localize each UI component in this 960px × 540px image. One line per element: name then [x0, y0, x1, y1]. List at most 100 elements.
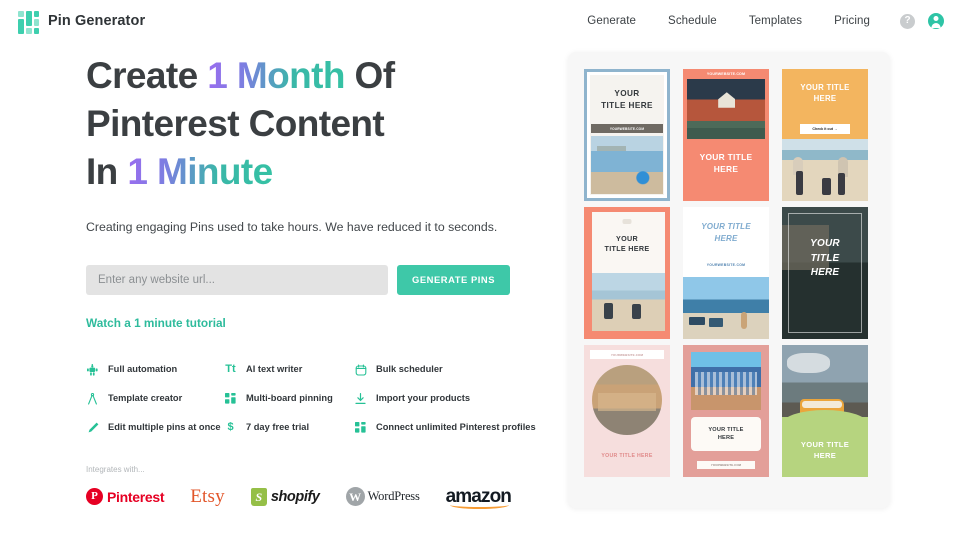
feature-import-products: Import your products — [354, 392, 546, 406]
headline-line-2: Pinterest Content — [86, 103, 385, 145]
feature-connect-profiles: Connect unlimited Pinterest profiles — [354, 421, 546, 435]
pin-photo — [592, 273, 665, 331]
pin-photo — [691, 352, 761, 410]
feature-label: Connect unlimited Pinterest profiles — [376, 421, 536, 432]
pin-title-line: YOUR TITLE — [800, 83, 850, 92]
pin-title: YOUR TITLE HERE — [782, 439, 868, 461]
shopify-wordmark: shopify — [270, 488, 320, 505]
feature-full-automation: Full automation — [86, 363, 224, 377]
feature-label: Edit multiple pins at once — [108, 421, 221, 432]
user-avatar-icon[interactable] — [928, 13, 944, 29]
feature-bulk-scheduler: Bulk scheduler — [354, 363, 546, 377]
text-writer-icon: Tt — [225, 363, 236, 376]
pin-cta-button: Check it out → — [800, 124, 850, 134]
grid-icon — [224, 392, 237, 406]
integrations-caption: Integrates with... — [86, 464, 145, 474]
pin-grid: YOUR TITLE HERE YOURWEBSITE.COM YOURWEBS… — [584, 69, 874, 477]
pin-rose-card[interactable]: YOUR TITLE HERE YOURWEBSITE.COM — [683, 345, 769, 477]
headline-text-in: In — [86, 151, 128, 193]
pin-title: YOUR TITLE HERE — [587, 88, 667, 112]
pin-photo — [592, 365, 662, 435]
feature-edit-multiple-pins: Edit multiple pins at once — [86, 421, 224, 435]
pin-title-line: HERE — [717, 435, 735, 441]
pin-url-bar: YOURWEBSITE.COM — [706, 72, 746, 76]
feature-label: Bulk scheduler — [376, 363, 443, 374]
feature-multi-board-pinning: Multi-board pinning — [224, 392, 354, 406]
wordpress-logo: W WordPress — [345, 487, 420, 507]
website-url-input[interactable] — [86, 264, 388, 295]
feature-label: 7 day free trial — [246, 421, 310, 432]
pin-photo — [687, 79, 765, 139]
feature-free-trial: $ 7 day free trial — [224, 421, 354, 435]
pin-title: YOUR TITLE HERE — [782, 237, 868, 281]
pin-title-line: YOUR TITLE — [699, 152, 753, 162]
wordpress-wordmark: WordPress — [367, 489, 420, 504]
pin-title-line: TITLE HERE — [601, 100, 653, 110]
pin-dark-photo[interactable]: YOUR TITLE HERE — [782, 207, 868, 339]
nav-item-schedule[interactable]: Schedule — [652, 15, 733, 27]
brand-logo[interactable]: Pin Generator — [18, 10, 146, 34]
pin-title-line: YOUR TITLE — [800, 440, 850, 449]
pin-dot-icon — [622, 219, 632, 224]
pin-title: YOUR TITLE HERE — [708, 426, 743, 442]
feature-label: AI text writer — [246, 363, 303, 374]
headline-line-3: In 1 Minute — [86, 151, 273, 192]
pin-generator-logo-icon — [18, 10, 39, 34]
feature-label: Multi-board pinning — [246, 392, 333, 403]
headline-highlight-minute: 1 Minute — [127, 151, 273, 193]
headline-text-create: Create — [86, 55, 208, 96]
pin-yellow[interactable]: YOUR TITLE HERE Check it out → — [782, 69, 868, 201]
nav-item-templates[interactable]: Templates — [733, 15, 818, 27]
pin-title: YOUR TITLE HERE — [683, 151, 769, 175]
nav-item-pricing[interactable]: Pricing — [818, 15, 886, 27]
hero-stage: Create 1 Month Of Pinterest Content In 1… — [0, 42, 960, 540]
pin-title: YOUR TITLE HERE — [683, 221, 769, 244]
feature-list: Full automation Tt AI text writer Bulk s… — [86, 363, 546, 435]
pin-url-text: YOURWEBSITE.COM — [706, 263, 746, 267]
pin-title: YOUR TITLE HERE — [584, 453, 670, 461]
page-title: Create 1 Month Of Pinterest Content In 1… — [86, 52, 546, 196]
clock-icon — [354, 363, 367, 377]
url-generate-form: GENERATE PINS — [86, 264, 546, 295]
pin-url-bar: YOURWEBSITE.COM — [590, 350, 664, 359]
pin-title: YOUR TITLE HERE — [584, 234, 670, 255]
brand-name: Pin Generator — [48, 13, 146, 29]
etsy-logo: Etsy — [190, 485, 225, 507]
feature-label: Template creator — [108, 392, 183, 403]
headline-line-1: Create 1 Month Of — [86, 55, 395, 96]
generate-pins-button[interactable]: GENERATE PINS — [397, 264, 511, 295]
feature-label: Full automation — [108, 363, 178, 374]
download-icon — [354, 392, 367, 406]
pin-pink-circle[interactable]: YOURWEBSITE.COM YOUR TITLE HERE — [584, 345, 670, 477]
pin-title-line: HERE — [713, 164, 739, 175]
feature-ai-text-writer: Tt AI text writer — [224, 363, 354, 377]
site-header: Pin Generator Generate Schedule Template… — [0, 0, 960, 42]
pin-coral-top[interactable]: YOURWEBSITE.COM YOUR TITLE HERE — [683, 69, 769, 201]
watch-tutorial-link[interactable]: Watch a 1 minute tutorial — [86, 316, 226, 330]
pinterest-wordmark: Pinterest — [107, 488, 165, 505]
amazon-logo: amazon — [446, 486, 512, 509]
wordpress-mark-icon: W — [345, 487, 365, 507]
pin-coral-frame[interactable]: YOUR TITLE HERE — [584, 207, 670, 339]
pin-title-card: YOUR TITLE HERE — [691, 417, 761, 451]
pin-title-line: YOUR TITLE — [708, 426, 744, 433]
pencil-icon — [86, 421, 99, 435]
pin-title: YOUR TITLE HERE — [782, 82, 868, 105]
pin-white-blue[interactable]: YOUR TITLE HERE YOURWEBSITE.COM — [683, 207, 769, 339]
main-nav: Generate Schedule Templates Pricing ? — [571, 0, 944, 42]
pin-title-line: HERE — [714, 233, 738, 243]
amazon-smile-icon — [449, 501, 509, 509]
pin-photo — [591, 136, 663, 194]
dollar-icon: $ — [227, 421, 234, 434]
pin-title-line: TITLE HERE — [604, 244, 650, 254]
headline-highlight-month: 1 Month — [207, 55, 345, 96]
pin-green-van[interactable]: YOUR TITLE HERE — [782, 345, 868, 477]
hero-subtitle: Creating engaging Pins used to take hour… — [86, 220, 498, 235]
nav-item-generate[interactable]: Generate — [571, 15, 652, 27]
integration-logos: P Pinterest Etsy S shopify W WordPress a… — [86, 485, 546, 509]
feature-template-creator: Template creator — [86, 392, 224, 406]
pin-blue-frame[interactable]: YOUR TITLE HERE YOURWEBSITE.COM — [584, 69, 670, 201]
help-icon[interactable]: ? — [900, 13, 915, 29]
grid-icon — [354, 421, 367, 435]
hero-left-column: Create 1 Month Of Pinterest Content In 1… — [86, 52, 546, 509]
